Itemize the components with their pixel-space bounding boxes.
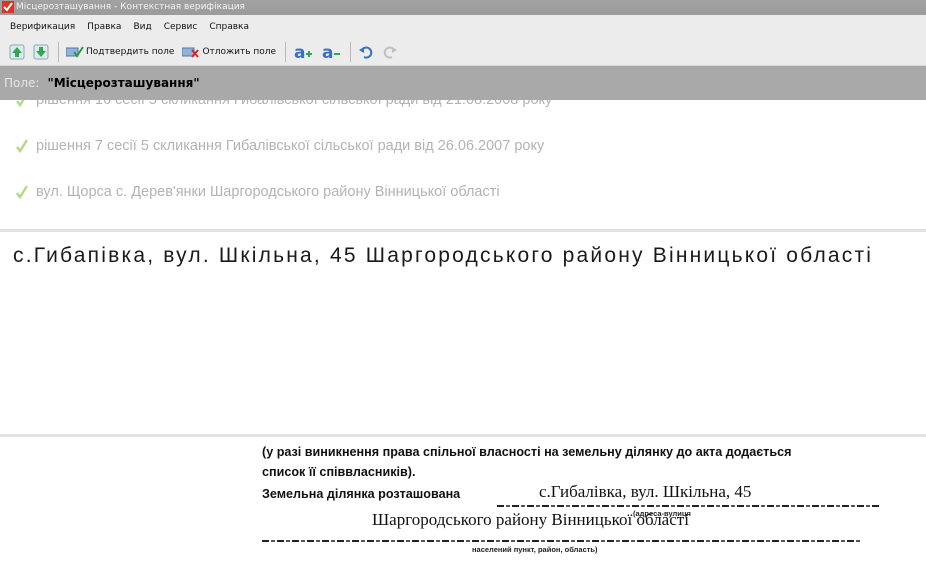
app-window: Місцерозташування - Контекстная верифіка… (0, 0, 926, 562)
undo-button[interactable] (355, 41, 377, 63)
scan-handwritten-address: с.Гибалівка, вул. Шкільна, 45 (539, 482, 752, 501)
menu-help[interactable]: Справка (203, 22, 255, 32)
app-logo-icon (2, 1, 14, 13)
undo-icon (359, 46, 373, 59)
candidate-item[interactable]: рішення 16 сесії 5 скликання Гибалівсько… (16, 100, 552, 108)
redo-button[interactable] (379, 41, 401, 63)
toolbar-separator (58, 41, 59, 62)
field-label: Поле: (4, 76, 40, 90)
scan-text-line: список її співвласників). (262, 465, 416, 479)
reject-x-icon (182, 47, 200, 58)
font-plus-icon: a (294, 43, 313, 62)
menu-view[interactable]: Вид (127, 22, 157, 32)
menu-verification[interactable]: Верификация (4, 22, 81, 32)
candidate-text: рішення 16 сесії 5 скликання Гибалівсько… (36, 100, 553, 108)
svg-text:a: a (322, 43, 333, 62)
toolbar: Подтвердить поле Отложить поле a a (0, 38, 926, 66)
title-bar: Місцерозташування - Контекстная верифіка… (0, 0, 926, 15)
scan-caption: населений пункт, район, область) (472, 545, 598, 554)
scan-handwritten-district: Шаргородського району Вінницької області (372, 510, 689, 529)
recognized-text-field[interactable]: с.Гибапівка, вул. Шкільна, 45 Шаргородсь… (13, 244, 873, 268)
candidate-item[interactable]: рішення 7 сесії 5 скликання Гибалівської… (16, 138, 544, 154)
candidate-list: рішення 16 сесії 5 скликання Гибалівсько… (0, 100, 926, 228)
menu-service[interactable]: Сервис (158, 22, 204, 32)
candidate-text: вул. Щорса с. Дерев'янки Шаргородського … (36, 184, 500, 200)
font-decrease-button[interactable]: a (318, 41, 344, 63)
field-header: Поле: "Місцерозташування" (0, 66, 926, 100)
menu-edit[interactable]: Правка (81, 22, 127, 32)
scan-text-line: Земельна ділянка розташована (262, 487, 461, 501)
window-title: Місцерозташування - Контекстная верифіка… (16, 2, 245, 12)
font-minus-icon: a (322, 43, 341, 62)
confirm-check-icon (66, 45, 84, 58)
prev-field-button[interactable] (6, 41, 28, 63)
scan-underline (497, 505, 881, 507)
arrow-down-icon (33, 44, 49, 59)
toolbar-separator (350, 41, 352, 62)
reject-field-button[interactable]: Отложить поле (179, 41, 279, 63)
arrow-up-icon (9, 44, 25, 59)
scanned-image: (у разі виникнення права спільної власно… (0, 437, 926, 562)
candidate-item[interactable]: вул. Щорса с. Дерев'янки Шаргородського … (16, 184, 500, 200)
next-field-button[interactable] (30, 41, 52, 63)
font-increase-button[interactable]: a (290, 41, 316, 63)
scan-underline (262, 540, 860, 542)
field-name: "Місцерозташування" (47, 76, 200, 90)
divider (0, 229, 926, 232)
toolbar-separator (285, 41, 287, 62)
check-icon (16, 185, 28, 199)
check-icon (16, 100, 25, 107)
scan-text-line: (у разі виникнення права спільної власно… (262, 445, 792, 459)
candidate-text: рішення 7 сесії 5 скликання Гибалівської… (36, 138, 545, 154)
confirm-field-button[interactable]: Подтвердить поле (63, 41, 177, 63)
redo-icon (383, 46, 398, 59)
reject-field-label: Отложить поле (202, 46, 277, 57)
confirm-field-label: Подтвердить поле (86, 46, 175, 57)
menu-bar: Верификация Правка Вид Сервис Справка (0, 15, 926, 38)
svg-text:a: a (294, 43, 305, 62)
check-icon (16, 139, 28, 153)
